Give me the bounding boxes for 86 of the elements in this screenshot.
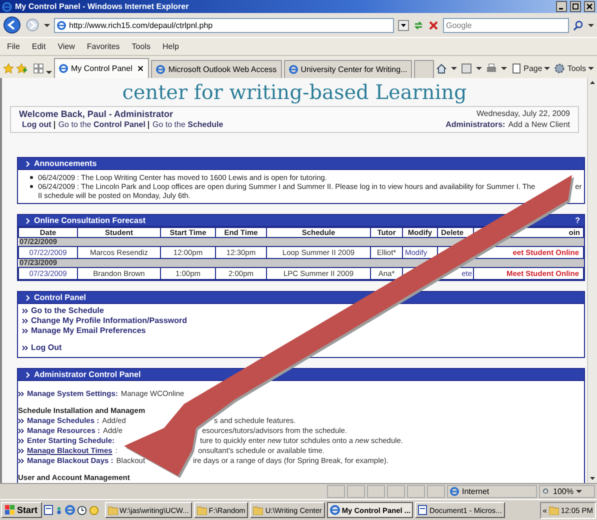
folder-icon (196, 506, 207, 514)
panel-link[interactable]: Change My Profile Information/Password (31, 316, 188, 326)
dropdown-icon[interactable] (398, 20, 409, 30)
status-pane (327, 485, 345, 498)
double-chevron-icon (22, 308, 28, 314)
double-chevron-icon (18, 428, 24, 434)
search-field[interactable]: Google (443, 18, 569, 32)
command-menu[interactable]: Tools (554, 62, 594, 74)
close-icon[interactable] (137, 63, 144, 74)
stop-icon[interactable] (428, 20, 439, 30)
add-favorite-icon[interactable] (16, 63, 27, 74)
browser-tab[interactable]: Microsoft Outlook Web Access (151, 60, 282, 78)
menu-item[interactable]: Edit (32, 42, 46, 51)
double-chevron-icon (22, 345, 28, 351)
double-chevron-icon (18, 391, 24, 397)
menu-item[interactable]: File (7, 42, 20, 51)
print-icon[interactable] (486, 62, 497, 74)
document-icon (44, 505, 53, 515)
windows-logo-icon (5, 505, 15, 515)
scrollbar[interactable] (587, 78, 597, 483)
back-button[interactable] (3, 16, 21, 34)
folder-icon (253, 506, 264, 514)
nav-link[interactable]: Go to the Schedule (148, 121, 226, 129)
welcome-text: Welcome Back, Paul - Administrator (19, 109, 174, 119)
nav-link[interactable]: Log out (19, 121, 54, 129)
panel-link[interactable]: Go to the Schedule (31, 306, 104, 316)
close-button[interactable] (584, 1, 595, 12)
clock-icon[interactable] (76, 504, 87, 516)
status-pane (387, 485, 405, 498)
browser-icon (288, 65, 298, 74)
double-chevron-icon (22, 318, 28, 324)
panel-title: Administrator Control Panel (34, 370, 142, 379)
admin-label: Administrators: (446, 120, 506, 129)
browser-tab[interactable]: University Center for Writing... (284, 60, 412, 78)
folder-icon (548, 506, 559, 514)
search-icon[interactable] (573, 20, 584, 30)
menu-item[interactable]: Favorites (86, 42, 120, 51)
double-chevron-icon (18, 448, 24, 454)
panel-title: Control Panel (34, 293, 88, 302)
minimize-button[interactable] (556, 1, 567, 12)
chevron-icon (26, 218, 30, 224)
browser-icon (64, 505, 75, 515)
zoom-control[interactable]: 100% (539, 485, 595, 498)
status-pane (427, 485, 445, 498)
chevron-icon (26, 372, 30, 378)
panel-title: Announcements (34, 159, 98, 168)
maximize-button[interactable] (570, 1, 581, 12)
refresh-icon[interactable] (413, 20, 424, 30)
folder-icon (108, 506, 118, 514)
chevron-icon (26, 160, 30, 166)
chevron-icon (26, 294, 30, 300)
nav-link[interactable]: Go to the Control Panel (54, 121, 148, 129)
double-chevron-icon (22, 328, 28, 334)
window-title: My Control Panel - Windows Internet Explorer (15, 2, 190, 11)
status-pane (367, 485, 385, 498)
bullet-icon (30, 185, 33, 188)
add-client-link[interactable]: Add a New Client (508, 120, 570, 129)
double-chevron-icon (18, 418, 24, 424)
date-text: Wednesday, July 22, 2009 (476, 109, 570, 118)
browser-icon (156, 65, 166, 74)
panel-link[interactable]: Manage My Email Preferences (31, 326, 146, 336)
double-chevron-icon (18, 458, 24, 464)
browser-tab[interactable]: My Control Panel (54, 58, 150, 78)
help-link[interactable]: ? (575, 216, 580, 225)
browser-icon (330, 505, 340, 515)
home-icon[interactable] (436, 62, 447, 74)
status-pane (407, 485, 425, 498)
security-zone: Internet (447, 485, 537, 498)
site-title: center for writing-based Learning (121, 79, 468, 106)
address-field[interactable]: http://www.rich15.com/depaul/ctrlpnl.php (54, 18, 394, 32)
menu-item[interactable]: Tools (132, 42, 150, 51)
browser-icon (59, 64, 68, 73)
star-icon[interactable] (3, 63, 14, 74)
document-icon (418, 505, 428, 515)
menu-item[interactable]: View (58, 42, 75, 51)
menu-item[interactable]: Help (162, 42, 179, 51)
bullet-icon (30, 176, 33, 179)
status-pane (347, 485, 365, 498)
panel-link[interactable]: Log Out (31, 343, 62, 353)
quick-tabs-icon[interactable] (33, 63, 44, 74)
command-menu[interactable]: Page (510, 62, 550, 74)
panel-title: Online Consultation Forecast (34, 216, 147, 225)
double-chevron-icon (18, 438, 24, 444)
gear-icon (554, 62, 566, 74)
start-button[interactable]: Start (1, 502, 42, 518)
browser-icon (2, 2, 12, 12)
